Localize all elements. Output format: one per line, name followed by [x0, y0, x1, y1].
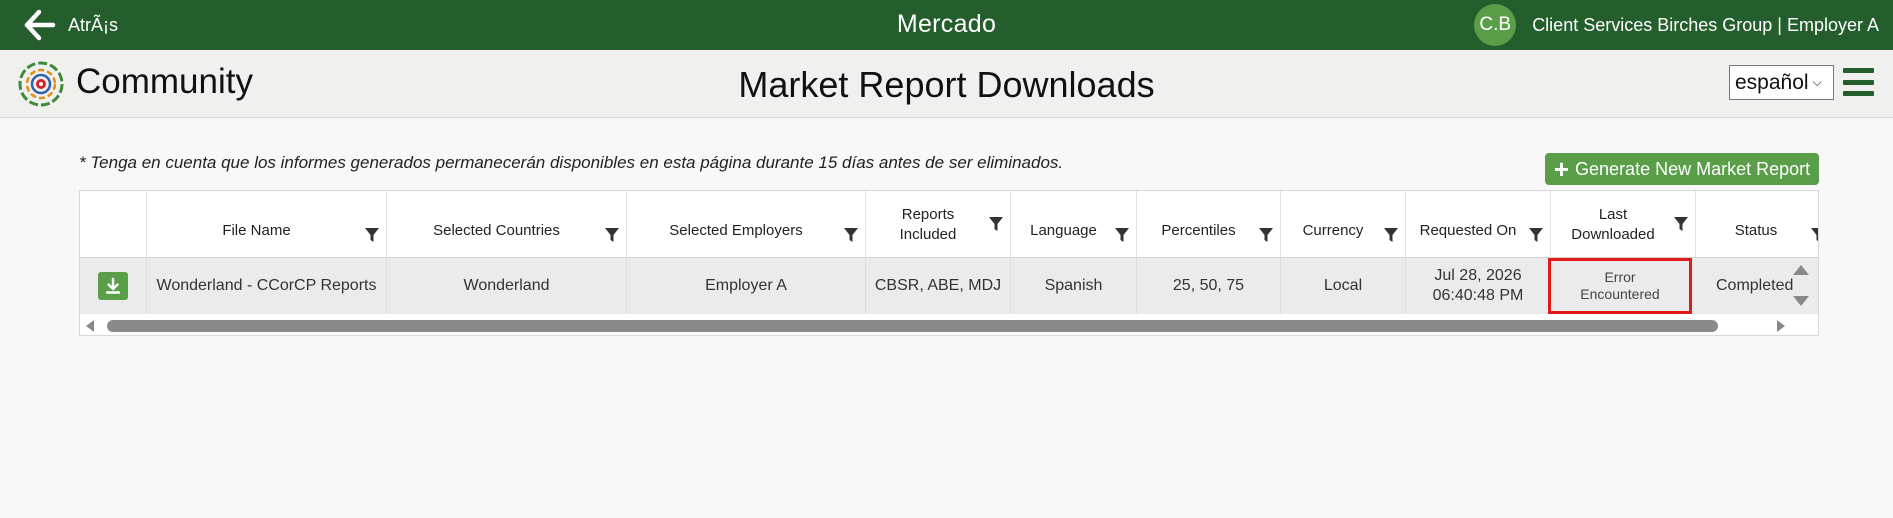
column-header-language[interactable]: Language [1011, 191, 1137, 258]
retention-note: * Tenga en cuenta que los informes gener… [79, 153, 1064, 172]
scrollbar-thumb[interactable] [107, 320, 1718, 332]
user-name: Client Services Birches Group | Employer… [1532, 14, 1879, 35]
column-header-requested-on[interactable]: Requested On [1406, 191, 1551, 258]
filter-icon[interactable] [843, 227, 859, 243]
filter-icon[interactable] [604, 227, 620, 243]
avatar: C.B [1474, 4, 1517, 46]
horizontal-scrollbar[interactable] [80, 314, 1818, 335]
download-cell [80, 258, 147, 314]
scroll-left-arrow-icon[interactable] [86, 320, 94, 332]
cell-employers: Employer A [627, 258, 866, 314]
filter-icon[interactable] [1528, 227, 1544, 243]
filter-icon[interactable] [1673, 216, 1689, 232]
page-header: Community Market Report Downloads españo… [0, 50, 1893, 118]
scroll-right-arrow-icon[interactable] [1777, 320, 1785, 332]
hamburger-icon[interactable] [1843, 68, 1874, 96]
error-encountered-text: Error Encountered [1580, 269, 1660, 302]
filter-icon[interactable] [988, 216, 1004, 232]
table-row: Wonderland - CCorCP Reports Wonderland E… [80, 258, 1818, 314]
requested-time: 06:40:48 PM [1432, 287, 1524, 304]
reports-table: File Name Selected Countries Selected Em… [79, 190, 1819, 336]
top-bar: AtrÃ¡s Mercado C.B Client Services Birch… [0, 0, 1893, 50]
language-select[interactable]: español ⌵ [1729, 65, 1834, 100]
plus-icon: + [1553, 154, 1570, 184]
column-header-download [80, 191, 147, 258]
cell-file-name: Wonderland - CCorCP Reports [147, 258, 387, 314]
requested-date: Jul 28, 2026 [1434, 267, 1522, 284]
scroll-up-arrow-icon[interactable] [1793, 265, 1809, 275]
generate-report-label: Generate New Market Report [1575, 158, 1811, 179]
filter-icon[interactable] [1383, 227, 1399, 243]
cell-currency: Local [1281, 258, 1406, 314]
cell-language: Spanish [1011, 258, 1137, 314]
user-menu[interactable]: C.B Client Services Birches Group | Empl… [1474, 4, 1879, 46]
download-button[interactable] [98, 272, 128, 300]
filter-icon[interactable] [1114, 227, 1130, 243]
scroll-down-arrow-icon[interactable] [1793, 296, 1809, 306]
column-header-file-name[interactable]: File Name [147, 191, 387, 258]
column-header-reports[interactable]: Reports Included [866, 191, 1011, 258]
chevron-down-icon: ⌵ [1812, 75, 1822, 89]
column-header-percentiles[interactable]: Percentiles [1137, 191, 1281, 258]
cell-countries: Wonderland [387, 258, 627, 314]
language-selected-value: español [1735, 70, 1809, 94]
page-title: Market Report Downloads [738, 64, 1155, 105]
column-header-countries[interactable]: Selected Countries [387, 191, 627, 258]
cell-requested-on: Jul 28, 2026 06:40:48 PM [1406, 258, 1551, 314]
download-icon [105, 277, 121, 294]
cell-percentiles: 25, 50, 75 [1137, 258, 1281, 314]
cell-reports: CBSR, ABE, MDJ [866, 258, 1011, 314]
generate-report-button[interactable]: + Generate New Market Report [1545, 153, 1819, 185]
column-header-employers[interactable]: Selected Employers [627, 191, 866, 258]
filter-icon[interactable] [1810, 227, 1819, 243]
column-header-status[interactable]: Status [1696, 191, 1819, 258]
filter-icon[interactable] [364, 227, 380, 243]
column-header-last-downloaded[interactable]: Last Downloaded [1551, 191, 1696, 258]
cell-last-downloaded: Error Encountered [1548, 258, 1692, 314]
filter-icon[interactable] [1258, 227, 1274, 243]
column-header-currency[interactable]: Currency [1281, 191, 1406, 258]
table-header: File Name Selected Countries Selected Em… [80, 191, 1819, 258]
